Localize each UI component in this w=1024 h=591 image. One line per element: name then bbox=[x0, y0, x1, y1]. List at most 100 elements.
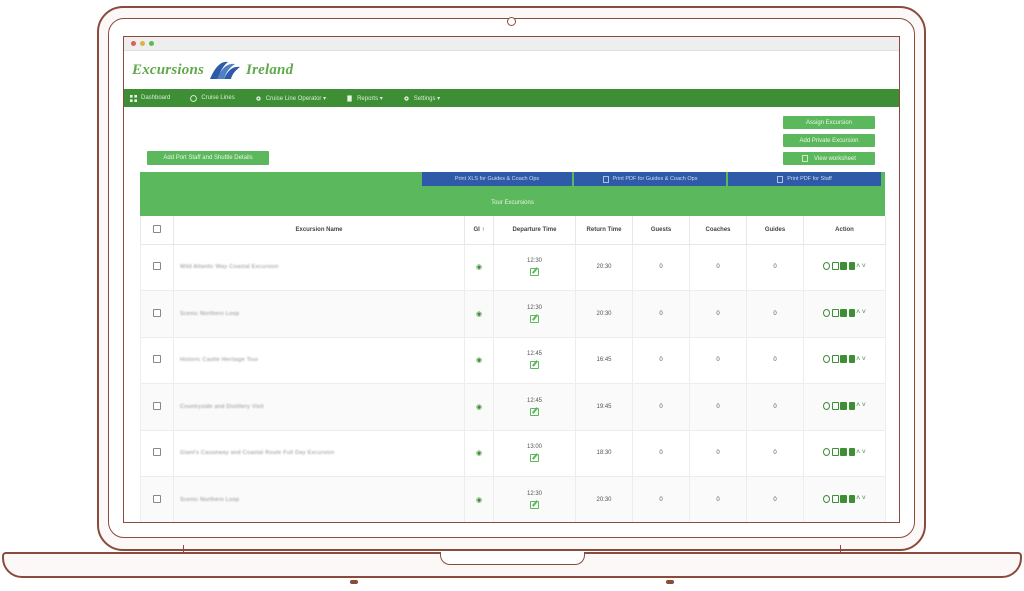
trash-icon[interactable] bbox=[848, 448, 855, 457]
guides-count: 0 bbox=[746, 243, 804, 291]
header-excursion-name[interactable]: Excursion Name bbox=[173, 216, 465, 245]
nav-label: Reports ▾ bbox=[357, 95, 383, 102]
trash-icon[interactable] bbox=[848, 308, 855, 317]
add-staff-shuttle-button[interactable]: Add Port Staff and Shuttle Details bbox=[147, 151, 269, 165]
cancel-icon[interactable] bbox=[823, 401, 831, 410]
header-gi[interactable]: GI ↑ bbox=[464, 216, 494, 245]
guides-count: 0 bbox=[746, 476, 804, 522]
row-checkbox[interactable] bbox=[153, 494, 161, 503]
brand-logo[interactable]: Excursions Ireland bbox=[124, 51, 899, 89]
excursions-table: Excursion Name GI ↑ Departure Time Retur… bbox=[140, 216, 886, 522]
move-up-icon[interactable]: ˄ bbox=[856, 495, 860, 502]
nav-dashboard[interactable]: Dashboard bbox=[130, 94, 170, 102]
excursion-name[interactable]: Giant's Causeway and Coastal Route Full … bbox=[180, 450, 335, 456]
select-all-checkbox[interactable] bbox=[153, 224, 161, 233]
eye-icon[interactable]: ◉ bbox=[476, 357, 482, 364]
document-icon[interactable] bbox=[840, 262, 848, 271]
edit-icon[interactable] bbox=[831, 494, 839, 503]
excursion-name[interactable]: Scenic Northern Loop bbox=[180, 497, 239, 503]
edit-icon[interactable] bbox=[530, 407, 539, 416]
edit-icon[interactable] bbox=[831, 448, 839, 457]
eye-icon[interactable]: ◉ bbox=[476, 264, 482, 271]
trash-icon[interactable] bbox=[848, 401, 855, 410]
row-checkbox[interactable] bbox=[153, 448, 161, 457]
nav-cruise-line-operator[interactable]: Cruise Line Operator ▾ bbox=[255, 95, 326, 102]
edit-icon[interactable] bbox=[530, 361, 539, 370]
maximize-window-icon[interactable] bbox=[149, 41, 154, 46]
view-worksheet-button[interactable]: View worksheet bbox=[783, 152, 875, 165]
cancel-icon[interactable] bbox=[823, 355, 831, 364]
move-down-icon[interactable]: ˅ bbox=[862, 356, 866, 363]
assign-excursion-button[interactable]: Assign Excursion bbox=[783, 116, 875, 129]
move-up-icon[interactable]: ˄ bbox=[856, 402, 860, 409]
move-down-icon[interactable]: ˅ bbox=[862, 309, 866, 316]
edit-icon[interactable] bbox=[530, 454, 539, 463]
nav-reports[interactable]: Reports ▾ bbox=[346, 94, 383, 102]
trash-icon[interactable] bbox=[848, 355, 855, 364]
trash-icon[interactable] bbox=[848, 494, 855, 503]
browser-bar bbox=[124, 37, 899, 51]
row-checkbox[interactable] bbox=[153, 355, 161, 364]
move-down-icon[interactable]: ˅ bbox=[862, 449, 866, 456]
row-checkbox[interactable] bbox=[153, 308, 161, 317]
guides-count: 0 bbox=[746, 290, 804, 338]
document-icon[interactable] bbox=[840, 308, 848, 317]
row-checkbox[interactable] bbox=[153, 401, 161, 410]
excursion-name[interactable]: Historic Castle Heritage Tour bbox=[180, 357, 259, 363]
row-checkbox[interactable] bbox=[153, 262, 161, 271]
gi-cell: ◉ bbox=[464, 336, 494, 384]
print-xls-button[interactable]: Print XLS for Guides & Coach Ops bbox=[422, 172, 572, 186]
coaches-count: 0 bbox=[689, 476, 747, 522]
move-up-icon[interactable]: ˄ bbox=[856, 356, 860, 363]
excursion-name[interactable]: Countryside and Distillery Visit bbox=[180, 404, 264, 410]
return-time: 19:45 bbox=[575, 383, 633, 431]
eye-icon[interactable]: ◉ bbox=[476, 497, 482, 504]
nav-settings[interactable]: Settings ▾ bbox=[403, 95, 440, 102]
eye-icon[interactable]: ◉ bbox=[476, 450, 482, 457]
print-pdf-staff-button[interactable]: Print PDF for Staff bbox=[728, 172, 881, 186]
edit-icon[interactable] bbox=[831, 308, 839, 317]
header-return-time[interactable]: Return Time bbox=[575, 216, 633, 245]
print-pdf-guides-button[interactable]: Print PDF for Guides & Coach Ops bbox=[574, 172, 726, 186]
move-down-icon[interactable]: ˅ bbox=[862, 263, 866, 270]
excursion-name[interactable]: Wild Atlantic Way Coastal Excursion bbox=[180, 264, 279, 270]
table-row: Scenic Northern Loop ◉ 12:30 20:30 0 0 0… bbox=[140, 290, 886, 338]
minimize-window-icon[interactable] bbox=[140, 41, 145, 46]
row-select-cell bbox=[140, 383, 174, 431]
edit-icon[interactable] bbox=[831, 401, 839, 410]
move-down-icon[interactable]: ˅ bbox=[862, 495, 866, 502]
edit-icon[interactable] bbox=[530, 314, 539, 323]
trash-icon[interactable] bbox=[848, 262, 855, 271]
departure-cell: 12:30 bbox=[493, 243, 576, 291]
eye-icon[interactable]: ◉ bbox=[476, 311, 482, 318]
document-icon[interactable] bbox=[840, 494, 848, 503]
add-private-excursion-button[interactable]: Add Private Excursion bbox=[783, 134, 875, 147]
move-up-icon[interactable]: ˄ bbox=[856, 263, 860, 270]
nav-cruise-lines[interactable]: Cruise Lines bbox=[190, 94, 235, 102]
laptop-base-notch bbox=[440, 552, 585, 565]
move-down-icon[interactable]: ˅ bbox=[862, 402, 866, 409]
move-up-icon[interactable]: ˄ bbox=[856, 309, 860, 316]
document-icon[interactable] bbox=[840, 448, 848, 457]
eye-icon[interactable]: ◉ bbox=[476, 404, 482, 411]
move-up-icon[interactable]: ˄ bbox=[856, 449, 860, 456]
cancel-icon[interactable] bbox=[823, 448, 831, 457]
edit-icon[interactable] bbox=[530, 500, 539, 509]
excursion-name[interactable]: Scenic Northern Loop bbox=[180, 311, 239, 317]
cancel-icon[interactable] bbox=[823, 308, 831, 317]
edit-icon[interactable] bbox=[530, 268, 539, 277]
nav-label: Cruise Lines bbox=[201, 95, 235, 101]
close-window-icon[interactable] bbox=[131, 41, 136, 46]
header-coaches[interactable]: Coaches bbox=[689, 216, 747, 245]
guides-count: 0 bbox=[746, 336, 804, 384]
document-icon[interactable] bbox=[840, 355, 848, 364]
cancel-icon[interactable] bbox=[823, 262, 831, 271]
cancel-icon[interactable] bbox=[823, 494, 831, 503]
header-guests[interactable]: Guests bbox=[632, 216, 690, 245]
header-departure-time[interactable]: Departure Time bbox=[493, 216, 576, 245]
document-icon[interactable] bbox=[840, 401, 848, 410]
edit-icon[interactable] bbox=[831, 355, 839, 364]
edit-icon[interactable] bbox=[831, 262, 839, 271]
header-guides[interactable]: Guides bbox=[746, 216, 804, 245]
pdf-file-icon bbox=[777, 175, 784, 183]
